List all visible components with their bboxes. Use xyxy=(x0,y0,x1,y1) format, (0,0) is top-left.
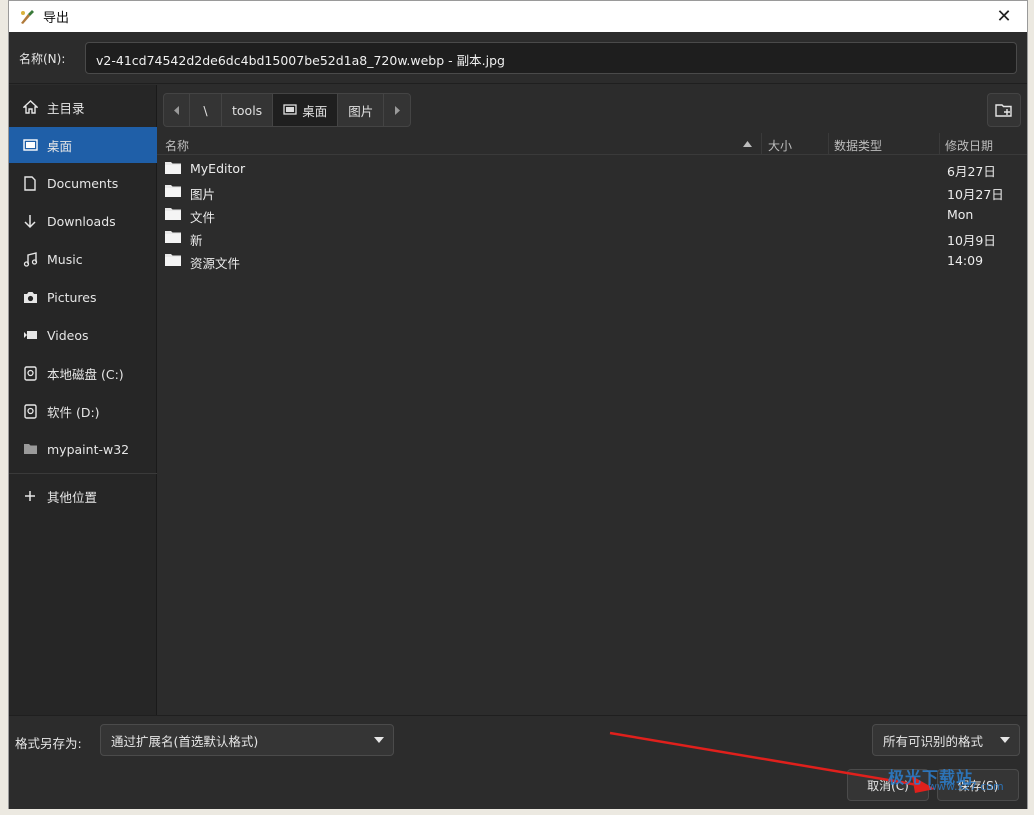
column-name[interactable]: 名称 xyxy=(165,137,189,154)
format-label: 格式另存为: xyxy=(15,736,82,751)
file-name: 图片 xyxy=(190,187,216,202)
sidebar-item-other-locations[interactable]: 其他位置 xyxy=(9,478,157,514)
file-name: 文件 xyxy=(190,210,216,225)
sidebar-item-downloads[interactable]: Downloads xyxy=(9,203,157,239)
export-dialog: 导出 ✕ 名称(N): v2-41cd74542d2de6dc4bd15007b… xyxy=(8,0,1028,809)
file-modified: 10月9日 xyxy=(947,233,996,248)
sidebar-item-documents[interactable]: Documents xyxy=(9,165,157,201)
column-type[interactable]: 数据类型 xyxy=(834,137,882,154)
column-divider xyxy=(828,133,829,155)
filename-label: 名称(N): xyxy=(19,52,66,66)
sidebar-item-label: 桌面 xyxy=(47,138,73,154)
filename-input[interactable]: v2-41cd74542d2de6dc4bd15007be52d1a8_720w… xyxy=(85,42,1017,74)
folder-icon xyxy=(22,441,38,457)
path-scroll-left-button[interactable] xyxy=(164,94,190,126)
watermark-url: www.xz7.com xyxy=(928,780,1004,793)
sidebar-item-label: Documents xyxy=(47,175,119,191)
file-row[interactable]: 资源文件 14:09 xyxy=(157,249,1027,272)
file-modified: 10月27日 xyxy=(947,187,1004,202)
dialog-footer: 格式另存为: 通过扩展名(首选默认格式) 所有可识别的格式 取消(C) 保存(S… xyxy=(9,715,1027,809)
folder-icon xyxy=(165,231,181,243)
title-bar: 导出 ✕ xyxy=(9,1,1027,32)
drive-icon xyxy=(22,403,38,419)
folder-icon xyxy=(165,162,181,174)
sort-ascending-icon xyxy=(743,141,752,147)
sidebar-item-drive-c[interactable]: 本地磁盘 (C:) xyxy=(9,355,157,391)
sidebar-item-videos[interactable]: Videos xyxy=(9,317,157,353)
chevron-left-icon xyxy=(173,105,179,115)
file-name: MyEditor xyxy=(190,161,246,176)
sidebar-item-music[interactable]: Music xyxy=(9,241,157,277)
sidebar-item-label: 主目录 xyxy=(47,100,85,116)
sidebar-item-label: 软件 (D:) xyxy=(47,404,100,420)
music-icon xyxy=(22,251,38,267)
column-divider xyxy=(761,133,762,155)
file-filter-select[interactable]: 所有可识别的格式 xyxy=(872,724,1020,756)
file-name: 资源文件 xyxy=(190,256,241,271)
camera-icon xyxy=(22,289,38,305)
path-segment-tools[interactable]: tools xyxy=(222,94,274,126)
path-segment-root[interactable]: \ xyxy=(190,94,222,126)
file-modified: 14:09 xyxy=(947,253,984,268)
column-divider xyxy=(939,133,940,155)
path-scroll-right-button[interactable] xyxy=(384,94,410,126)
sidebar-item-mypaint[interactable]: mypaint-w32 xyxy=(9,431,157,467)
dropdown-arrow-icon xyxy=(991,737,1019,743)
file-row[interactable]: 文件 Mon xyxy=(157,203,1027,226)
close-icon: ✕ xyxy=(996,6,1012,27)
plus-icon xyxy=(22,488,38,504)
chevron-right-icon xyxy=(395,105,401,115)
desktop-icon xyxy=(22,137,38,153)
document-icon xyxy=(22,175,38,191)
file-name: 新 xyxy=(190,233,203,248)
format-select[interactable]: 通过扩展名(首选默认格式) xyxy=(100,724,394,756)
column-modified[interactable]: 修改日期 xyxy=(945,137,993,154)
sidebar-item-label: Videos xyxy=(47,327,89,343)
file-filter-value: 所有可识别的格式 xyxy=(883,733,984,749)
path-segment-desktop[interactable]: 桌面 xyxy=(273,94,339,126)
file-modified: 6月27日 xyxy=(947,164,996,179)
sidebar-item-drive-d[interactable]: 软件 (D:) xyxy=(9,393,157,429)
file-row[interactable]: 图片 10月27日 xyxy=(157,180,1027,203)
close-button[interactable]: ✕ xyxy=(981,1,1027,32)
sidebar-item-label: Music xyxy=(47,251,83,267)
folder-icon xyxy=(165,254,181,266)
column-header: 名称 大小 数据类型 修改日期 xyxy=(157,133,1027,155)
folder-icon xyxy=(165,208,181,220)
sidebar-item-label: Pictures xyxy=(47,289,97,305)
filename-row: 名称(N): v2-41cd74542d2de6dc4bd15007be52d1… xyxy=(9,32,1027,84)
file-modified: Mon xyxy=(947,207,974,222)
sidebar-item-home[interactable]: 主目录 xyxy=(9,89,157,125)
file-browser: \ tools 桌面 图片 名称 大小 数据类型 修改日期 MyEditor 6… xyxy=(157,85,1027,715)
download-icon xyxy=(22,213,38,229)
file-row[interactable]: 新 10月9日 xyxy=(157,226,1027,249)
sidebar-item-label: 其他位置 xyxy=(47,489,98,505)
desktop-icon xyxy=(283,104,297,115)
path-bar: \ tools 桌面 图片 xyxy=(163,93,412,127)
new-folder-icon xyxy=(995,103,1012,117)
sidebar-divider xyxy=(9,473,157,474)
video-icon xyxy=(22,327,38,343)
sidebar-item-label: 本地磁盘 (C:) xyxy=(47,366,124,382)
folder-icon xyxy=(165,185,181,197)
places-sidebar: 主目录 桌面 Documents Downloads Music Picture… xyxy=(9,85,157,715)
path-segment-label: 桌面 xyxy=(302,103,328,119)
column-size[interactable]: 大小 xyxy=(768,137,792,154)
sidebar-item-label: Downloads xyxy=(47,213,116,229)
window-title: 导出 xyxy=(43,11,70,26)
sidebar-item-desktop[interactable]: 桌面 xyxy=(9,127,157,163)
dropdown-arrow-icon xyxy=(365,737,393,743)
drive-icon xyxy=(22,365,38,381)
file-row[interactable]: MyEditor 6月27日 xyxy=(157,157,1027,180)
mypaint-app-icon xyxy=(21,9,34,24)
sidebar-item-pictures[interactable]: Pictures xyxy=(9,279,157,315)
format-select-value: 通过扩展名(首选默认格式) xyxy=(111,733,259,749)
sidebar-item-label: mypaint-w32 xyxy=(47,441,130,457)
path-segment-pictures[interactable]: 图片 xyxy=(338,94,385,126)
home-icon xyxy=(22,99,38,115)
new-folder-button[interactable] xyxy=(987,93,1021,127)
